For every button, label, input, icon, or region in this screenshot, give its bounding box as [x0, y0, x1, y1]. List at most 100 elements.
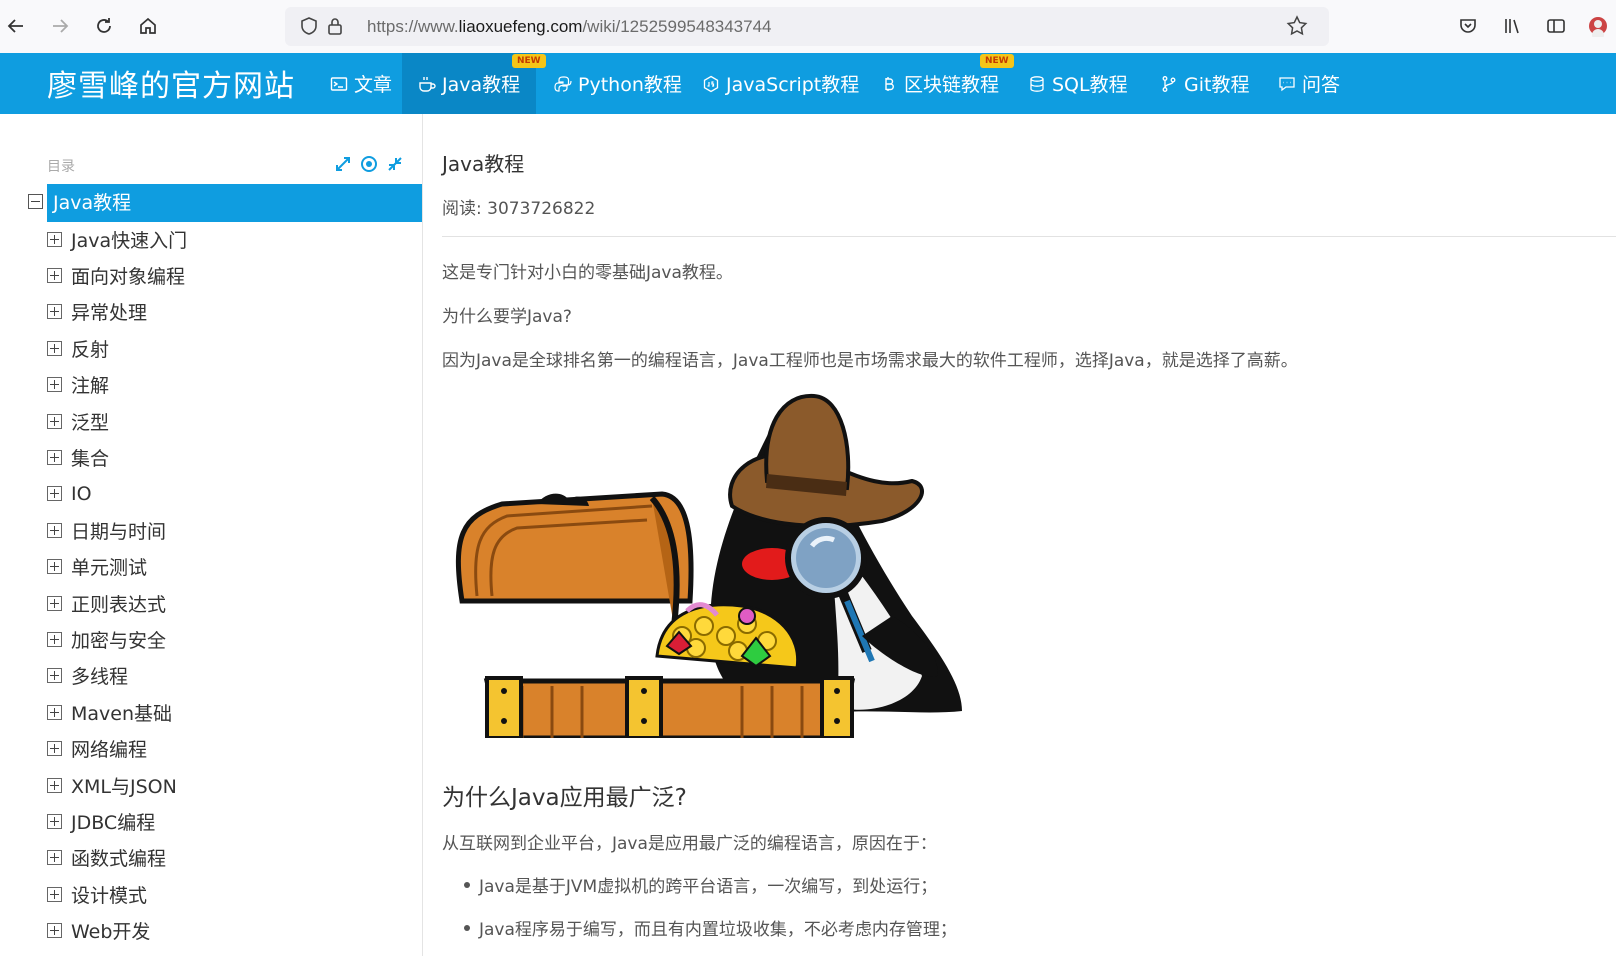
toc-item[interactable]: 加密与安全	[47, 624, 166, 654]
nav-java-label: Java教程	[442, 74, 521, 96]
comment-icon	[1279, 76, 1295, 91]
nav-javascript-label: JavaScript教程	[726, 74, 860, 96]
divider	[442, 236, 1616, 237]
expand-toggle-icon[interactable]	[47, 741, 62, 757]
branch-icon	[1162, 75, 1176, 92]
bookmark-star-icon[interactable]	[1285, 14, 1309, 38]
profile-avatar-icon[interactable]	[1584, 12, 1612, 40]
expand-toggle-icon[interactable]	[47, 850, 62, 866]
browser-toolbar: https://www.liaoxuefeng.com/wiki/1252599…	[0, 0, 1616, 54]
toc-item[interactable]: IO	[47, 479, 92, 509]
reload-icon[interactable]	[88, 10, 120, 42]
toc-item[interactable]: Java快速入门	[47, 224, 187, 254]
new-badge: NEW	[980, 54, 1014, 68]
terminal-icon	[330, 76, 348, 91]
toc-item[interactable]: 面向对象编程	[47, 260, 185, 290]
toc-item-label: 泛型	[71, 411, 110, 434]
nav-java[interactable]: Java教程 NEW	[402, 53, 546, 114]
nav-qa[interactable]: 问答	[1266, 53, 1352, 114]
expand-toggle-icon[interactable]	[47, 813, 62, 829]
article: Java教程 阅读: 3073726822 这是专门针对小白的零基础Java教程…	[442, 114, 1616, 956]
expand-toggle-icon[interactable]	[47, 486, 62, 502]
sidebar-toggle-icon[interactable]	[1542, 12, 1570, 40]
expand-toggle-icon[interactable]	[47, 886, 62, 902]
section-heading: 为什么Java应用最广泛?	[442, 785, 687, 811]
expand-toggle-icon[interactable]	[47, 595, 62, 611]
toc-item[interactable]: 异常处理	[47, 297, 147, 327]
nav-javascript[interactable]: JavaScript教程	[690, 53, 871, 114]
back-icon[interactable]	[0, 10, 32, 42]
toc-item[interactable]: 多线程	[47, 661, 128, 691]
read-count: 阅读: 3073726822	[442, 199, 596, 219]
coffee-icon	[419, 76, 436, 92]
expand-toggle-icon[interactable]	[47, 559, 62, 575]
toc-item[interactable]: 日期与时间	[47, 515, 166, 545]
nav-python[interactable]: Python教程	[542, 53, 694, 114]
expand-toggle-icon[interactable]	[47, 340, 62, 356]
toc-item[interactable]: 注解	[47, 370, 109, 400]
url-domain: liaoxuefeng.com	[458, 17, 583, 36]
collapse-toggle-icon[interactable]	[28, 194, 43, 209]
pocket-icon[interactable]	[1454, 12, 1482, 40]
site-header: 廖雪峰的官方网站 文章 Java教程 NEW Python教程 JavaScri…	[0, 53, 1616, 114]
nav-git[interactable]: Git教程	[1148, 53, 1261, 114]
toc-item-label: 多线程	[71, 666, 129, 689]
address-bar[interactable]: https://www.liaoxuefeng.com/wiki/1252599…	[285, 7, 1329, 46]
toc-item-label: XML与JSON	[71, 775, 177, 798]
expand-toggle-icon[interactable]	[47, 304, 62, 320]
nav-sql[interactable]: SQL教程	[1016, 53, 1140, 114]
shield-icon[interactable]	[297, 14, 321, 38]
list-item-text: Java是基于JVM虚拟机的跨平台语言，一次编写，到处运行；	[479, 877, 938, 897]
library-icon[interactable]	[1498, 12, 1526, 40]
toc-item-label: 反射	[71, 338, 110, 361]
toc-item-label: Maven基础	[71, 702, 173, 725]
expand-toggle-icon[interactable]	[47, 449, 62, 465]
expand-toggle-icon[interactable]	[47, 631, 62, 647]
expand-all-icon[interactable]	[333, 154, 353, 174]
toc-item[interactable]: Web开发	[47, 916, 150, 946]
expand-toggle-icon[interactable]	[47, 377, 62, 393]
expand-toggle-icon[interactable]	[47, 522, 62, 538]
new-badge: NEW	[512, 54, 546, 68]
toc-item[interactable]: 反射	[47, 333, 109, 363]
toc-item-label: 集合	[71, 447, 110, 470]
duke-treasure-illustration	[455, 393, 962, 738]
toc-item-label: 面向对象编程	[71, 265, 186, 288]
expand-toggle-icon[interactable]	[47, 923, 62, 939]
toc-root-java[interactable]: Java教程	[47, 184, 422, 222]
toc-item[interactable]: 正则表达式	[47, 588, 166, 618]
nav-articles[interactable]: 文章	[318, 53, 404, 114]
toc-item[interactable]: 函数式编程	[47, 843, 166, 873]
toc-item[interactable]: XML与JSON	[47, 770, 177, 800]
site-brand[interactable]: 廖雪峰的官方网站	[47, 61, 295, 105]
toc-item-label: 注解	[71, 375, 110, 398]
question-paragraph: 为什么要学Java?	[442, 307, 572, 327]
intro-paragraph: 这是专门针对小白的零基础Java教程。	[442, 263, 733, 283]
expand-toggle-icon[interactable]	[47, 413, 62, 429]
toc-item[interactable]: Maven基础	[47, 697, 172, 727]
bullet-dot	[464, 881, 470, 888]
toc-item[interactable]: 单元测试	[47, 552, 147, 582]
toc-item-label: 正则表达式	[71, 593, 167, 616]
hexagon-icon	[703, 75, 719, 92]
expand-toggle-icon[interactable]	[47, 231, 62, 247]
toc-item[interactable]: 泛型	[47, 406, 109, 436]
toc-item[interactable]: 集合	[47, 442, 109, 472]
expand-toggle-icon[interactable]	[47, 668, 62, 684]
bullet-dot	[464, 924, 470, 931]
toc-item[interactable]: JDBC编程	[47, 806, 155, 836]
expand-toggle-icon[interactable]	[47, 777, 62, 793]
nav-blockchain[interactable]: 区块链教程 NEW	[868, 53, 1014, 114]
nav-articles-label: 文章	[354, 74, 393, 96]
nav-qa-label: 问答	[1302, 74, 1341, 96]
toc-item[interactable]: 网络编程	[47, 734, 147, 764]
locate-icon[interactable]	[359, 154, 379, 174]
expand-toggle-icon[interactable]	[47, 704, 62, 720]
forward-icon[interactable]	[44, 10, 76, 42]
lock-icon[interactable]	[323, 14, 347, 38]
collapse-all-icon[interactable]	[385, 154, 405, 174]
home-icon[interactable]	[132, 10, 164, 42]
expand-toggle-icon[interactable]	[47, 267, 62, 283]
url-path: /wiki/1252599548343744	[582, 17, 772, 36]
toc-item[interactable]: 设计模式	[47, 879, 147, 909]
